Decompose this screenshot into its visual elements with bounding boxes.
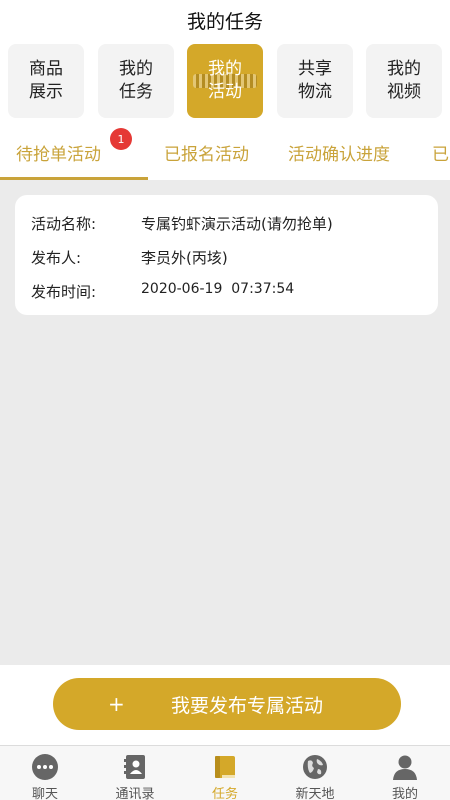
- publish-time: 2020-06-19 07:37:54: [141, 281, 295, 297]
- category-my-videos[interactable]: 我的 视频: [366, 44, 442, 118]
- tabbar-item-contacts[interactable]: 通讯录: [90, 746, 180, 800]
- tabbar-label: 新天地: [295, 787, 335, 800]
- page-title: 我的任务: [186, 10, 263, 33]
- category-my-tasks[interactable]: 我的 任务: [98, 44, 174, 118]
- chat-bubble-icon: [31, 753, 59, 781]
- active-tab-indicator: [0, 177, 148, 180]
- activity-card[interactable]: 活动名称: 专属钓虾演示活动(请勿抢单) 发布人: 李员外(丙垓) 发布时间: …: [15, 195, 438, 315]
- tab-label: 已: [432, 144, 449, 165]
- activity-name: 专属钓虾演示活动(请勿抢单): [141, 215, 333, 233]
- publish-time-row: 发布时间: 2020-06-19 07:37:54: [31, 281, 294, 302]
- category-my-activities[interactable]: 我的 活动: [187, 44, 263, 118]
- category-label: 我的 视频: [387, 59, 421, 102]
- tabbar-item-tasks[interactable]: 任务: [180, 746, 270, 800]
- category-bar: 商品 展示 我的 任务 我的 活动 共享 物流 我的 视频: [0, 40, 450, 124]
- page-header: 我的任务: [0, 0, 450, 40]
- bottom-tab-bar: 聊天 通讯录 任务 新天地 我的: [0, 745, 450, 800]
- globe-icon: [301, 753, 329, 781]
- tabbar-label: 聊天: [31, 787, 58, 800]
- tabbar-item-chat[interactable]: 聊天: [0, 746, 90, 800]
- field-label: 活动名称:: [31, 215, 97, 233]
- task-book-icon: [211, 753, 239, 781]
- category-label: 我的 任务: [119, 59, 153, 102]
- tab-label: 待抢单活动: [16, 144, 101, 165]
- notification-badge: 1: [110, 128, 132, 150]
- publisher-row: 发布人: 李员外(丙垓): [31, 247, 228, 268]
- plus-icon: +: [108, 692, 125, 716]
- tab-registered[interactable]: 已报名活动: [164, 124, 249, 180]
- category-product-display[interactable]: 商品 展示: [8, 44, 84, 118]
- category-label: 共享 物流: [298, 59, 332, 102]
- tabbar-item-me[interactable]: 我的: [360, 746, 450, 800]
- person-icon: [391, 753, 419, 781]
- field-label: 发布时间:: [31, 283, 97, 301]
- tab-label: 活动确认进度: [288, 144, 390, 165]
- tab-pending-grab[interactable]: 待抢单活动: [16, 124, 101, 180]
- tab-overflow[interactable]: 已: [432, 124, 449, 180]
- activity-name-row: 活动名称: 专属钓虾演示活动(请勿抢单): [31, 213, 333, 234]
- category-label: 商品 展示: [29, 59, 63, 102]
- post-exclusive-activity-button[interactable]: + 我要发布专属活动: [53, 678, 401, 730]
- contacts-book-icon: [121, 753, 149, 781]
- field-label: 发布人:: [31, 249, 82, 267]
- tab-confirmation-progress[interactable]: 活动确认进度: [288, 124, 390, 180]
- tab-label: 已报名活动: [164, 144, 249, 165]
- publisher-name: 李员外(丙垓): [141, 249, 228, 267]
- category-shared-logistics[interactable]: 共享 物流: [277, 44, 353, 118]
- tabbar-item-new-world[interactable]: 新天地: [270, 746, 360, 800]
- tabbar-label: 我的: [391, 787, 418, 800]
- category-label: 我的 活动: [208, 59, 242, 102]
- button-label: 我要发布专属活动: [170, 694, 323, 717]
- tabbar-label: 任务: [211, 787, 238, 800]
- activity-tabs: 待抢单活动 1 已报名活动 活动确认进度 已: [0, 124, 450, 180]
- tabbar-label: 通讯录: [115, 787, 155, 800]
